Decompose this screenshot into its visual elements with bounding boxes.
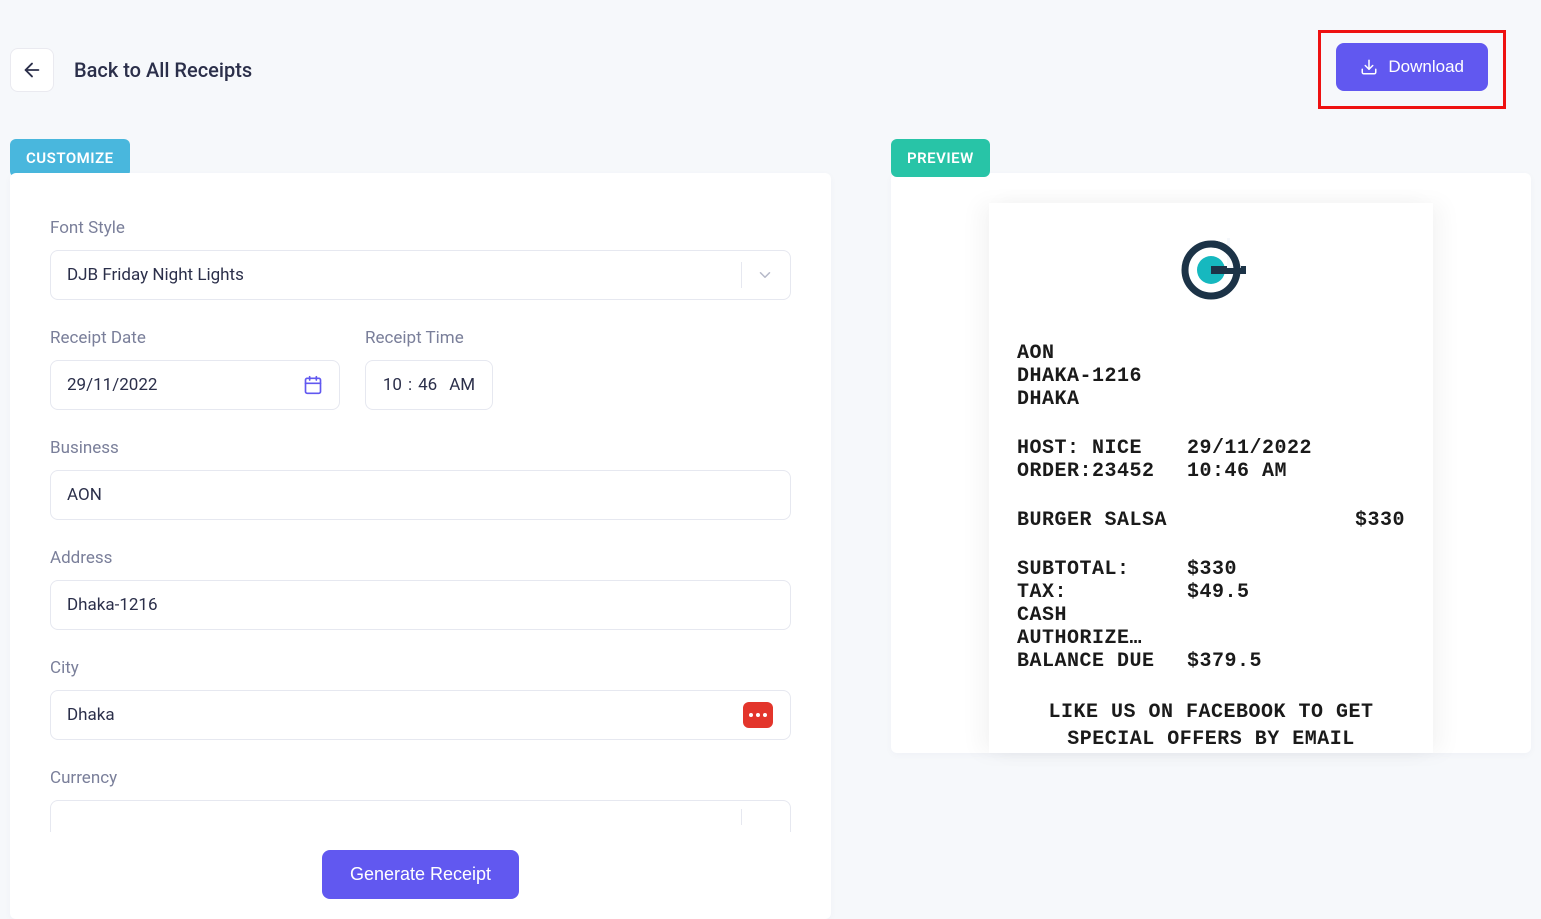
receipt-item-row: BURGER SALSA $330 — [1017, 509, 1405, 532]
city-group: City Dhaka — [50, 658, 791, 740]
business-value: AON — [67, 485, 102, 505]
footer-line2: SPECIAL OFFERS BY EMAIL — [1017, 726, 1405, 753]
tax-label: TAX: — [1017, 581, 1187, 604]
receipt-totals-block: SUBTOTAL:$330 TAX:$49.5 CASH AUTHORIZE… … — [1017, 558, 1405, 673]
font-style-value: DJB Friday Night Lights — [67, 265, 244, 285]
address-value: Dhaka-1216 — [67, 595, 158, 615]
host-label: HOST: — [1017, 437, 1080, 460]
receipt-time-group: Receipt Time 10 : 46 AM — [365, 328, 493, 410]
address-input[interactable]: Dhaka-1216 — [50, 580, 791, 630]
select-divider — [741, 262, 742, 288]
receipt-addr1: DHAKA-1216 — [1017, 365, 1405, 388]
address-label: Address — [50, 548, 791, 568]
receipt-time-label: Receipt Time — [365, 328, 493, 348]
item-price: $330 — [1355, 509, 1405, 532]
receipt-company: AON — [1017, 342, 1405, 365]
cash-label: CASH — [1017, 604, 1187, 627]
time-colon: : — [408, 375, 412, 395]
balance-value: $379.5 — [1187, 650, 1405, 673]
customize-tag: CUSTOMIZE — [10, 139, 130, 177]
customize-panel: Font Style DJB Friday Night Lights Recei… — [10, 173, 831, 919]
calendar-icon — [303, 375, 323, 395]
receipt-date-input[interactable]: 29/11/2022 — [50, 360, 340, 410]
receipt-date: 29/11/2022 — [1187, 437, 1405, 460]
subtotal-label: SUBTOTAL: — [1017, 558, 1187, 581]
customize-column: CUSTOMIZE Font Style DJB Friday Night Li… — [10, 139, 831, 919]
time-minute: 46 — [418, 375, 437, 395]
preview-panel: AON DHAKA-1216 DHAKA HOST: NICE 29/11/20… — [891, 173, 1531, 753]
receipt-time-input[interactable]: 10 : 46 AM — [365, 360, 493, 410]
receipt-logo — [1017, 238, 1405, 302]
preview-column: PREVIEW AON DH — [891, 139, 1531, 753]
date-time-row: Receipt Date 29/11/2022 Receipt Time 10 … — [50, 328, 791, 438]
city-input[interactable]: Dhaka — [50, 690, 791, 740]
business-group: Business AON — [50, 438, 791, 520]
font-style-select[interactable]: DJB Friday Night Lights — [50, 250, 791, 300]
item-name: BURGER SALSA — [1017, 509, 1167, 532]
subtotal-value: $330 — [1187, 558, 1405, 581]
receipt-date-label: Receipt Date — [50, 328, 340, 348]
font-style-group: Font Style DJB Friday Night Lights — [50, 218, 791, 300]
address-group: Address Dhaka-1216 — [50, 548, 791, 630]
currency-label: Currency — [50, 768, 791, 788]
authorize-label: AUTHORIZE… — [1017, 627, 1187, 650]
receipt-addr2: DHAKA — [1017, 388, 1405, 411]
generate-row: Generate Receipt — [50, 840, 791, 899]
back-title: Back to All Receipts — [74, 58, 252, 82]
currency-select[interactable] — [50, 800, 791, 832]
receipt-footer: LIKE US ON FACEBOOK TO GET SPECIAL OFFER… — [1017, 699, 1405, 753]
time-hour: 10 — [383, 375, 402, 395]
currency-group: Currency — [50, 768, 791, 832]
back-button[interactable] — [10, 48, 54, 92]
receipt-time: 10:46 AM — [1187, 460, 1405, 483]
chevron-down-icon — [756, 266, 774, 284]
city-label: City — [50, 658, 791, 678]
download-icon — [1360, 58, 1378, 76]
business-input[interactable]: AON — [50, 470, 791, 520]
city-value: Dhaka — [67, 705, 115, 725]
font-style-label: Font Style — [50, 218, 791, 238]
receipt-preview: AON DHAKA-1216 DHAKA HOST: NICE 29/11/20… — [989, 203, 1433, 753]
download-highlight: Download — [1318, 30, 1506, 109]
receipt-date-group: Receipt Date 29/11/2022 — [50, 328, 340, 410]
back-group: Back to All Receipts — [10, 48, 252, 92]
order-label: ORDER: — [1017, 460, 1092, 483]
receipt-address-block: AON DHAKA-1216 DHAKA — [1017, 342, 1405, 411]
time-ampm: AM — [449, 375, 475, 395]
download-button[interactable]: Download — [1336, 43, 1488, 91]
generate-receipt-button[interactable]: Generate Receipt — [322, 850, 519, 899]
business-label: Business — [50, 438, 791, 458]
balance-label: BALANCE DUE — [1017, 650, 1187, 673]
download-label: Download — [1388, 57, 1464, 77]
preview-tag: PREVIEW — [891, 139, 990, 177]
footer-line1: LIKE US ON FACEBOOK TO GET — [1017, 699, 1405, 726]
tax-value: $49.5 — [1187, 581, 1405, 604]
extension-badge[interactable] — [743, 702, 773, 728]
order-value: 23452 — [1092, 460, 1155, 483]
host-value: NICE — [1092, 437, 1142, 460]
receipt-date-value: 29/11/2022 — [67, 375, 157, 395]
receipt-meta-block: HOST: NICE 29/11/2022 ORDER:23452 10:46 … — [1017, 437, 1405, 483]
top-bar: Back to All Receipts Download — [0, 0, 1541, 139]
main-content: CUSTOMIZE Font Style DJB Friday Night Li… — [0, 139, 1541, 919]
company-logo-icon — [1172, 238, 1250, 302]
arrow-left-icon — [21, 59, 43, 81]
